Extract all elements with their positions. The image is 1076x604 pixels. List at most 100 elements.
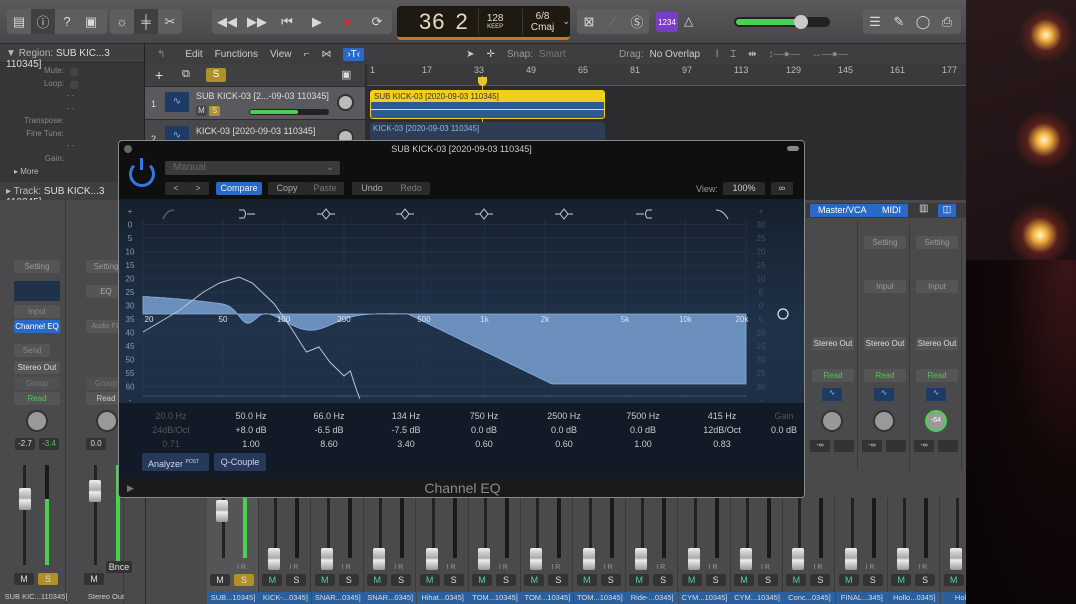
cycle-icon[interactable]: ⟳ [365, 9, 389, 34]
solo-button[interactable]: S [548, 574, 569, 586]
record-icon[interactable]: ● [335, 9, 359, 34]
mute-button[interactable]: M [786, 574, 807, 586]
fast-forward-icon[interactable]: ▶▶ [245, 9, 269, 34]
volume-fader[interactable] [373, 548, 386, 570]
volume-readout[interactable]: -∞ [810, 440, 830, 452]
volume-fader[interactable] [19, 488, 31, 510]
input-slot[interactable]: Input [14, 305, 60, 318]
setting-button[interactable]: Setting [14, 260, 60, 273]
mute-button[interactable]: M [943, 574, 964, 586]
mute-button[interactable]: M [629, 574, 650, 586]
output-slot[interactable]: Stereo Out [864, 337, 906, 350]
band-gain[interactable]: 0.0 dB [608, 423, 678, 437]
loop-browser-icon[interactable]: ◯ [911, 9, 935, 34]
setting-button[interactable]: Setting [916, 236, 958, 249]
single-view-icon[interactable]: ▥ [919, 203, 928, 214]
band-freq[interactable]: 7500 Hz [608, 409, 678, 423]
mute-button[interactable]: M [210, 574, 230, 586]
pan-knob[interactable]: -64 [925, 410, 947, 432]
waveform-zoom-icon[interactable]: ⦚ [716, 49, 718, 60]
band-q[interactable]: 0.60 [529, 437, 599, 451]
high-shelf-icon[interactable] [636, 209, 652, 219]
automation-mode[interactable]: Read [812, 369, 854, 382]
solo-button[interactable]: S [810, 574, 831, 586]
band-freq[interactable]: 750 Hz [449, 409, 519, 423]
band-freq[interactable]: 50.0 Hz [216, 409, 286, 423]
volume-fader[interactable] [635, 548, 648, 570]
mixer-icon[interactable]: ╪ [134, 9, 158, 34]
band-q[interactable]: 0.60 [449, 437, 519, 451]
channel-name[interactable]: CYM...10345] [678, 592, 731, 604]
mute-button[interactable]: M [314, 574, 335, 586]
insert-slot-channel-eq[interactable]: Channel EQ [14, 320, 60, 333]
mute-button[interactable]: M [84, 573, 104, 585]
browsers-icon[interactable]: ⎙ [935, 9, 959, 34]
pan-knob[interactable] [821, 410, 843, 432]
paste-button[interactable]: Paste [306, 182, 344, 195]
fine-tune-row[interactable]: Fine Tune: [0, 128, 144, 141]
quick-help-icon[interactable]: ? [55, 9, 79, 34]
solo-button[interactable]: S [653, 574, 674, 586]
list-editors-icon[interactable]: ☰ [863, 9, 887, 34]
smart-controls-icon[interactable]: ☼ [110, 9, 134, 34]
solo-button[interactable]: S [38, 573, 58, 585]
volume-fader[interactable] [792, 548, 805, 570]
tab-master-vca[interactable]: Master/VCA [810, 204, 875, 217]
volume-fader[interactable] [216, 500, 228, 522]
link-icon[interactable]: ∞ [771, 182, 793, 195]
channel-name[interactable]: SUB...10345] [207, 592, 259, 604]
band-freq[interactable]: 66.0 Hz [294, 409, 364, 423]
lcd-signature-key[interactable]: 6/8 Cmaj [523, 11, 563, 33]
channel-name[interactable]: Conc...0345] [783, 592, 836, 604]
solo-button[interactable]: S [234, 574, 254, 586]
volume-fader[interactable] [89, 480, 101, 502]
group-slot[interactable]: Group [14, 377, 60, 390]
channel-name[interactable]: Hollo... [940, 592, 966, 604]
channel-name[interactable]: TOM...10345] [469, 592, 521, 604]
channel-name[interactable]: Ride-...0345] [626, 592, 679, 604]
volume-readout[interactable]: -∞ [914, 440, 934, 452]
view-menu[interactable]: View [270, 49, 292, 60]
band-q[interactable]: 3.40 [371, 437, 441, 451]
eq-graph-svg[interactable]: +051015202530354045505560-+3025201510505… [119, 199, 805, 414]
setting-button[interactable]: Setting [864, 236, 906, 249]
low-cut-icon[interactable] [162, 209, 175, 220]
mute-button[interactable]: M [472, 574, 492, 586]
lcd-tempo[interactable]: 128 KEEP [479, 13, 512, 30]
bar-ruler[interactable]: 1 17 33 49 65 81 97 113 129 145 161 177 [367, 64, 966, 86]
redo-button[interactable]: Redo [392, 182, 430, 195]
bell-icon[interactable] [475, 208, 493, 220]
solo-button[interactable]: S [705, 574, 726, 586]
mute-button[interactable]: M [681, 574, 702, 586]
mute-button[interactable]: M [262, 574, 283, 586]
channel-name[interactable]: FINAL...345] [835, 592, 888, 604]
duplicate-track-icon[interactable]: ⧉ [182, 68, 190, 81]
volume-readout[interactable]: -∞ [862, 440, 882, 452]
mute-checkbox[interactable] [70, 68, 78, 76]
bell-icon[interactable] [555, 208, 573, 220]
mute-button[interactable]: M [524, 574, 545, 586]
q-couple-button[interactable]: Q-Couple [214, 453, 266, 471]
band-gain[interactable]: 24dB/Oct [136, 423, 206, 437]
inspector-icon[interactable]: ⓘ [31, 9, 55, 34]
band-q[interactable]: 8.60 [294, 437, 364, 451]
close-icon[interactable] [124, 145, 132, 153]
volume-fader[interactable] [687, 548, 700, 570]
solo-button[interactable]: S [758, 574, 778, 586]
peak-readout[interactable]: -3.4 [39, 438, 59, 450]
volume-readout[interactable]: 0.0 [86, 438, 106, 450]
undo-button[interactable]: Undo [352, 182, 392, 195]
band-freq[interactable]: 2500 Hz [529, 409, 599, 423]
functions-menu[interactable]: Functions [215, 49, 258, 60]
automation-mode[interactable]: Read [14, 392, 60, 405]
solo-button[interactable]: S [600, 574, 621, 586]
output-slot[interactable]: Stereo Out [916, 337, 958, 350]
band-freq[interactable]: 415 Hz [687, 409, 757, 423]
volume-fader[interactable] [897, 548, 910, 570]
region-inspector-header[interactable]: ▼ Region: SUB KIC...3 110345] [0, 44, 144, 70]
volume-readout[interactable]: -2.7 [15, 438, 35, 450]
channel-name[interactable]: SNAR...0345] [311, 592, 364, 604]
band-q[interactable]: 1.00 [216, 437, 286, 451]
channel-name[interactable]: CYM...10345] [731, 592, 783, 604]
gain-handle[interactable] [777, 308, 789, 320]
